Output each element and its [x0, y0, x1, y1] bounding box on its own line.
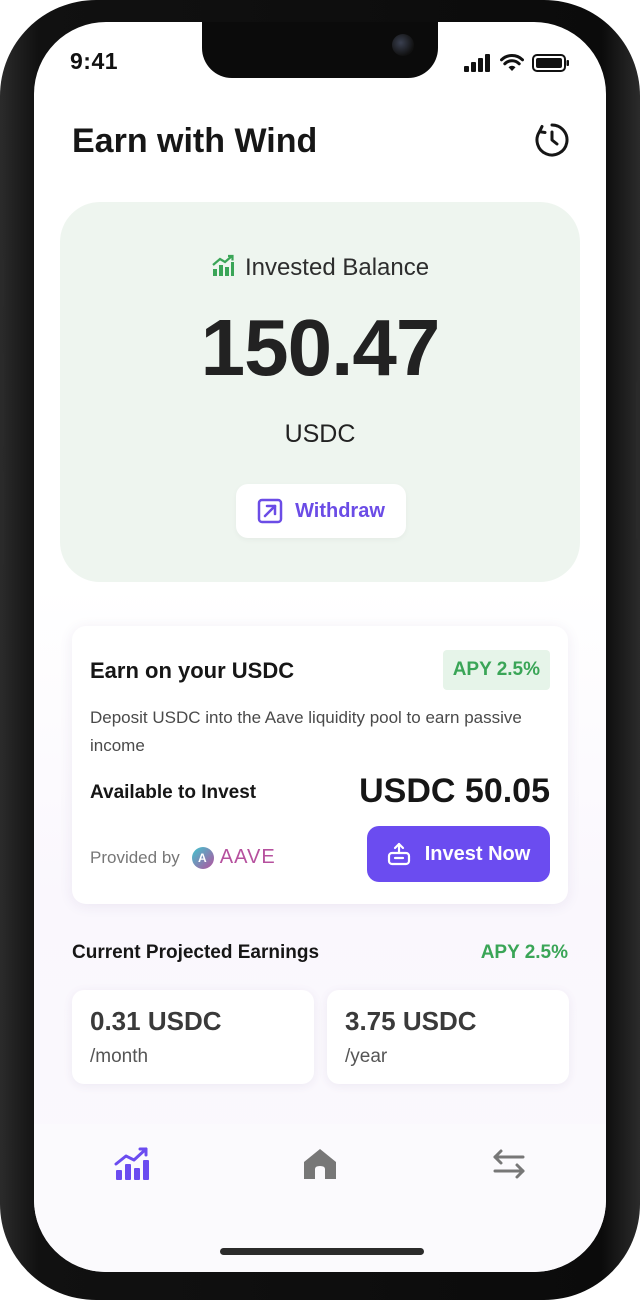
power-button	[636, 380, 640, 540]
earn-description: Deposit USDC into the Aave liquidity poo…	[90, 708, 522, 755]
withdraw-arrow-icon	[257, 498, 283, 524]
projected-earnings-title: Current Projected Earnings	[72, 942, 320, 963]
available-label: Available to Invest	[90, 782, 257, 803]
aave-logo-mark: A	[191, 846, 214, 869]
battery-icon	[532, 54, 569, 72]
transfer-arrows-icon	[493, 1149, 525, 1179]
notch	[202, 22, 438, 78]
history-button[interactable]	[534, 122, 570, 158]
invest-now-button[interactable]: Invest Now	[367, 826, 550, 882]
home-indicator	[220, 1248, 424, 1255]
monthly-earnings-card: 0.31 USDC /month	[72, 990, 314, 1084]
volume-up-button	[0, 352, 4, 448]
invested-balance-label: Invested Balance	[244, 254, 430, 281]
yearly-earnings-card: 3.75 USDC /year	[327, 990, 569, 1084]
mute-switch	[0, 258, 4, 308]
home-icon	[304, 1149, 336, 1179]
apy-badge: APY 2.5%	[442, 650, 550, 690]
earn-card: Earn on your USDC APY 2.5% Deposit USDC …	[72, 626, 568, 904]
balance-amount: 150.47	[200, 303, 441, 392]
aave-logo: A AAVE	[191, 846, 276, 869]
status-icons	[464, 54, 570, 72]
invested-balance-card: Invested Balance 150.47 USDC Withdraw	[60, 202, 580, 582]
monthly-earnings-period: /month	[90, 1046, 149, 1067]
earn-title: Earn on your USDC	[90, 658, 295, 683]
history-clock-icon	[535, 123, 569, 157]
growth-chart-icon	[212, 254, 234, 276]
page-title: Earn with Wind	[72, 122, 318, 160]
cellular-signal-icon	[464, 54, 490, 72]
earn-chart-icon	[114, 1147, 149, 1180]
invest-now-label: Invest Now	[424, 842, 531, 865]
provided-by: Provided by A AAVE	[90, 846, 276, 869]
balance-unit: USDC	[284, 420, 356, 448]
provided-by-label: Provided by	[90, 847, 180, 867]
yearly-earnings-period: /year	[345, 1046, 388, 1067]
wifi-icon	[500, 54, 524, 71]
yearly-earnings-value: 3.75 USDC	[345, 1006, 477, 1036]
invested-balance-header: Invested Balance	[60, 254, 580, 282]
nav-earn[interactable]	[112, 1144, 152, 1184]
deposit-tray-icon	[387, 842, 410, 866]
front-camera	[392, 34, 414, 56]
withdraw-button[interactable]: Withdraw	[236, 484, 406, 538]
screen: 9:41 Earn with Wind Invested Balance 150…	[34, 22, 606, 1272]
aave-logo-text: AAVE	[219, 846, 276, 868]
withdraw-label: Withdraw	[295, 499, 385, 522]
projected-apy: APY 2.5%	[480, 942, 568, 963]
status-time: 9:41	[70, 48, 119, 74]
volume-down-button	[0, 470, 4, 566]
nav-home[interactable]	[300, 1144, 340, 1184]
available-amount: USDC 50.05	[359, 772, 550, 810]
nav-transfer[interactable]	[489, 1144, 529, 1184]
monthly-earnings-value: 0.31 USDC	[90, 1006, 222, 1036]
